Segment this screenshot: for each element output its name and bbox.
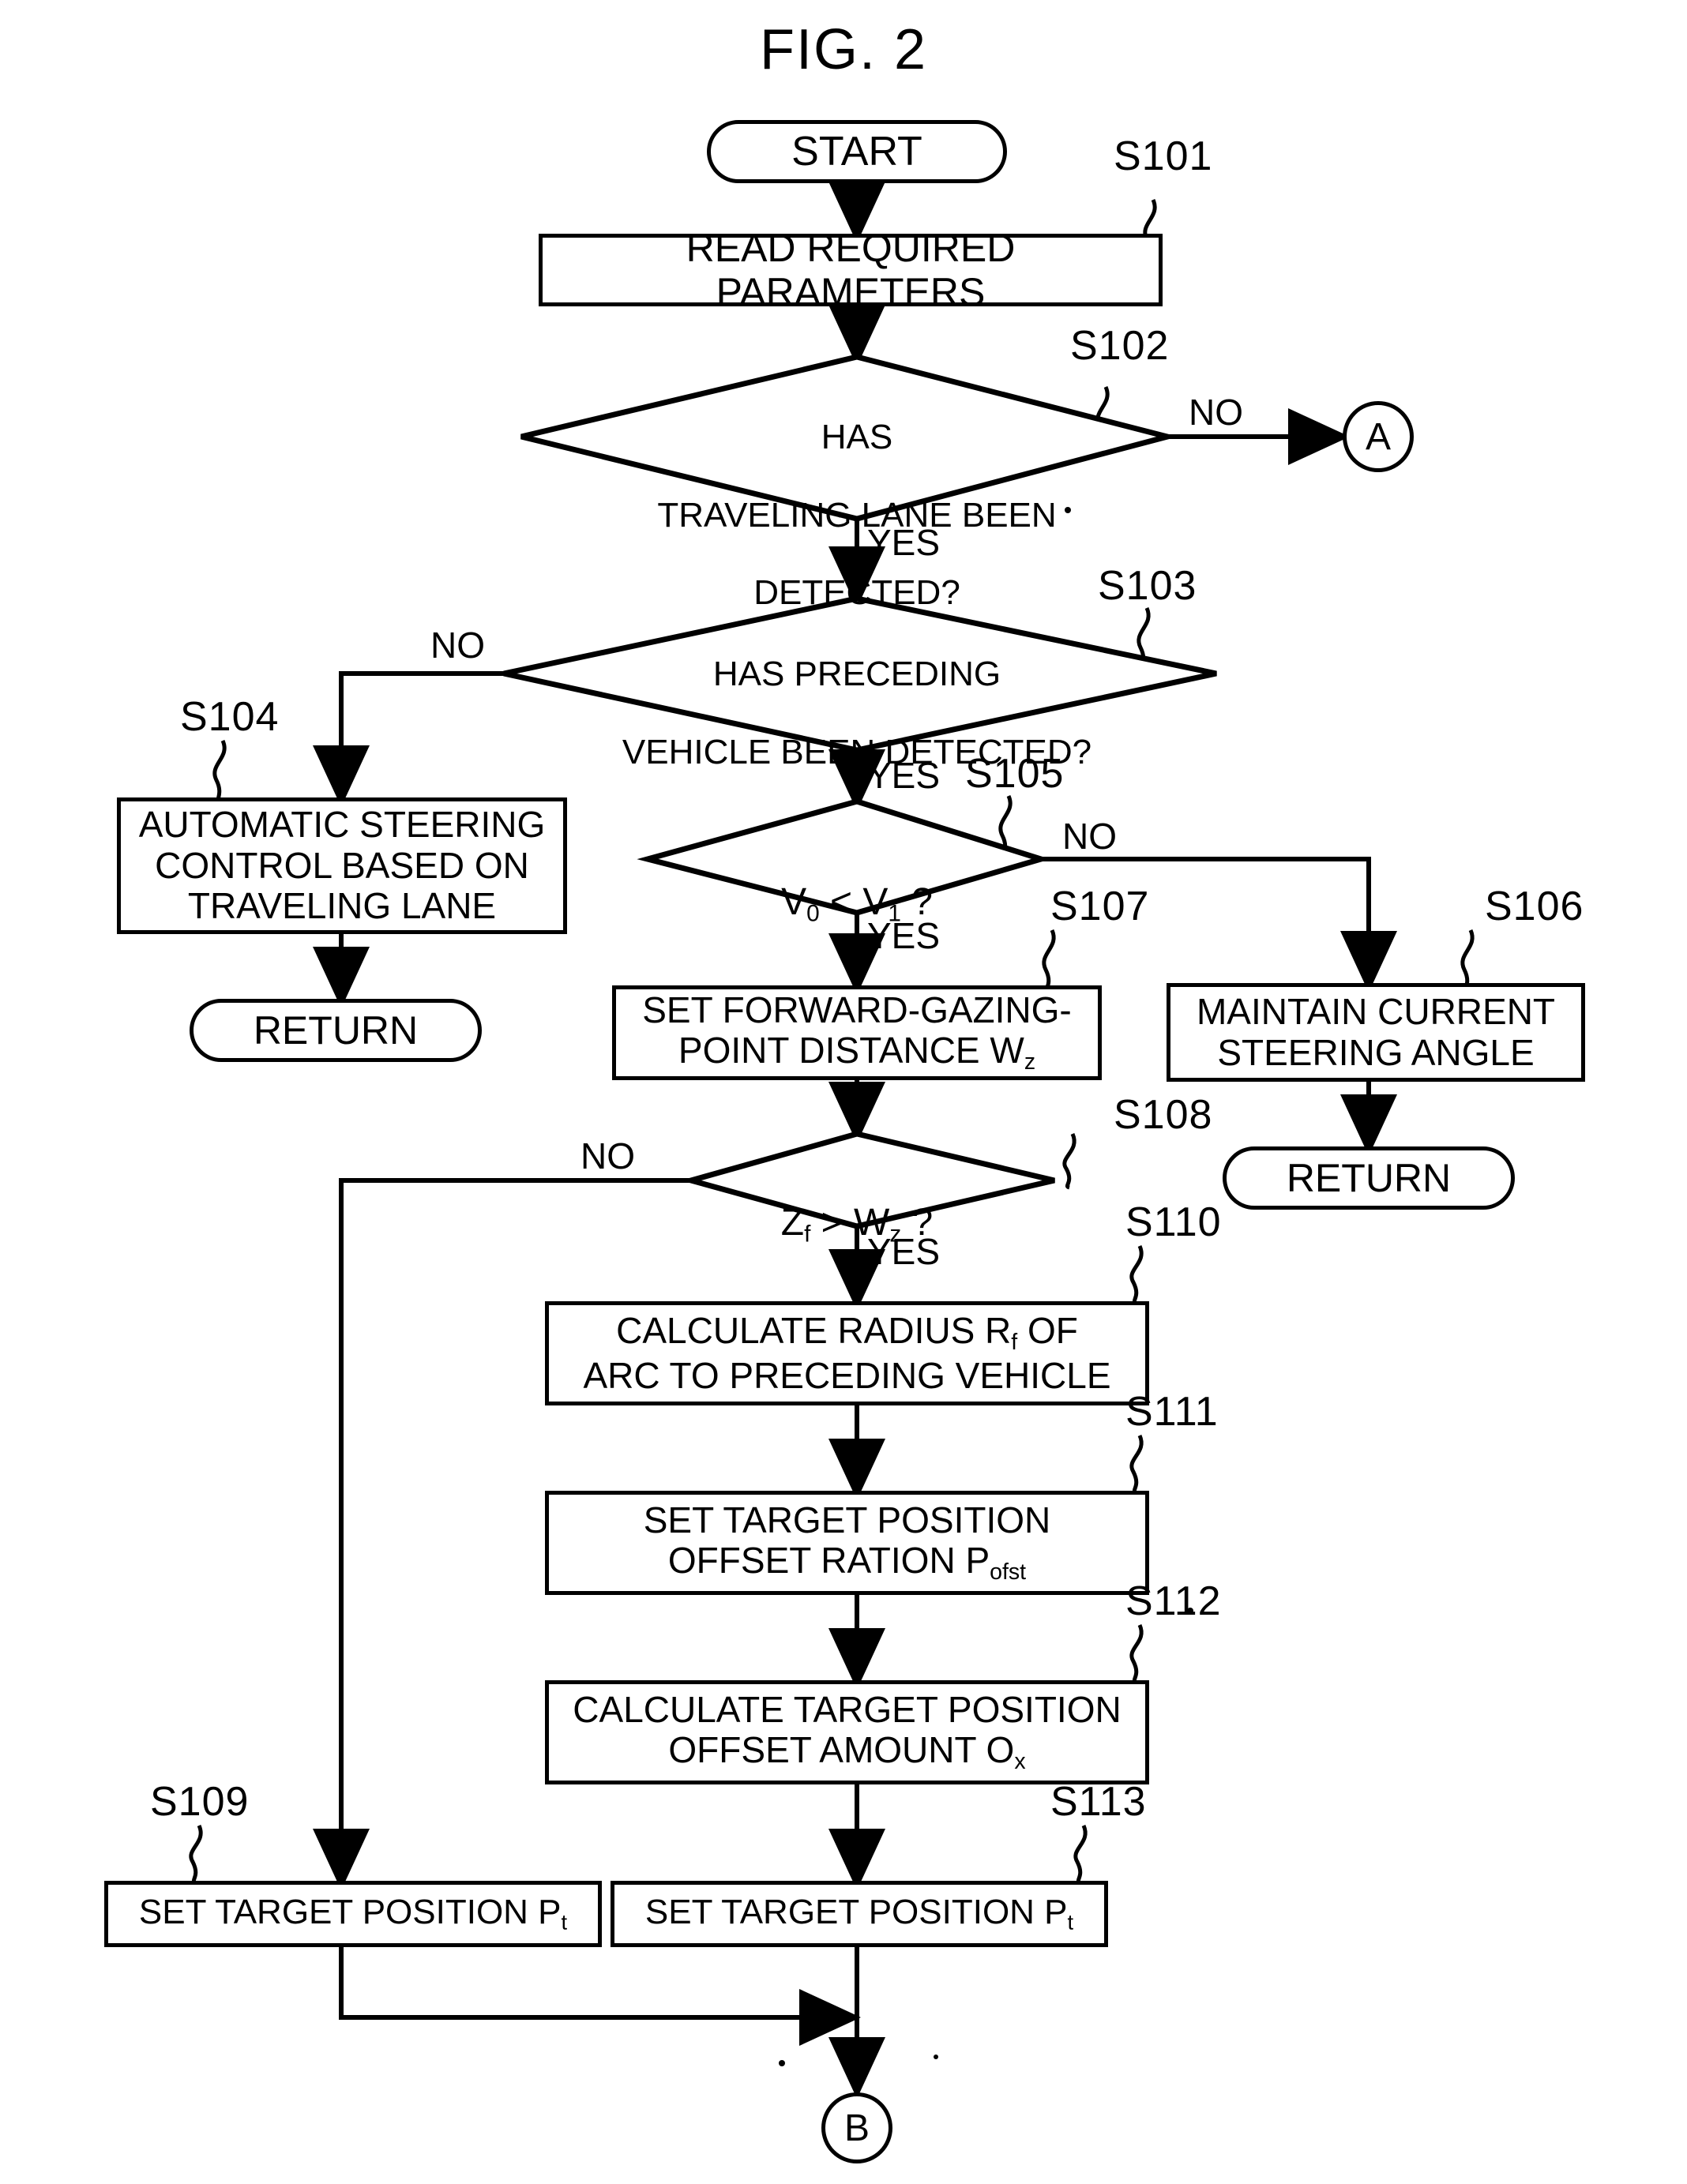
terminal-return-1[interactable]: RETURN [190, 999, 482, 1062]
decision-s102-shape [520, 354, 1178, 522]
process-s111-line2a: OFFSET RATION P [667, 1540, 990, 1582]
process-s104-line3: TRAVELING LANE [187, 885, 497, 927]
terminal-return-1-label: RETURN [253, 1008, 419, 1053]
leader-s111 [1129, 1434, 1144, 1495]
process-s107-line2-sub: z [1024, 1049, 1036, 1075]
branch-label-s102-yes: YES [867, 522, 941, 563]
patent-figure-sheet: FIG. 2 START S101 READ REQUIRED PARAMETE… [0, 0, 1687, 2184]
terminal-start-label: START [791, 129, 922, 174]
step-number-s104: S104 [180, 694, 280, 740]
process-s110-line1b: OF [1017, 1309, 1078, 1351]
process-s109-set-target-position[interactable]: SET TARGET POSITION Pt [104, 1881, 602, 1947]
process-s107-line2a: POINT DISTANCE W [678, 1030, 1024, 1071]
process-s106-maintain-current-steering-angle[interactable]: MAINTAIN CURRENT STEERING ANGLE [1167, 983, 1585, 1082]
step-number-s111: S111 [1125, 1389, 1219, 1435]
process-s101-read-required-parameters[interactable]: READ REQUIRED PARAMETERS [539, 226, 1163, 314]
connector-a-label: A [1365, 415, 1391, 458]
branch-label-s105-no: NO [1062, 816, 1117, 857]
process-s107-set-forward-gazing-point-distance[interactable]: SET FORWARD-GAZING- POINT DISTANCE Wz [612, 985, 1102, 1080]
connector-b-label: B [844, 2107, 870, 2149]
process-s101-label: READ REQUIRED PARAMETERS [686, 226, 1016, 314]
connector-b[interactable]: B [821, 2092, 892, 2163]
process-s110-calculate-radius-of-arc[interactable]: CALCULATE RADIUS Rf OF ARC TO PRECEDING … [545, 1301, 1149, 1405]
decision-s105-shape [637, 798, 1051, 916]
terminal-return-2-label: RETURN [1286, 1156, 1452, 1200]
leader-s107 [1042, 929, 1056, 991]
step-number-s108: S108 [1114, 1092, 1213, 1138]
step-number-s110: S110 [1125, 1199, 1222, 1245]
decision-s108-shape [680, 1131, 1055, 1229]
process-s113-set-target-position[interactable]: SET TARGET POSITION Pt [611, 1881, 1108, 1947]
terminal-start[interactable]: START [707, 120, 1007, 183]
process-s110-line1-sub: f [1011, 1329, 1018, 1355]
process-s104-automatic-steering-control[interactable]: AUTOMATIC STEERING CONTROL BASED ON TRAV… [117, 797, 567, 934]
edge-s109-to-join [339, 1947, 861, 2046]
process-s110-line2: ARC TO PRECEDING VEHICLE [583, 1354, 1111, 1396]
leader-s108 [1062, 1132, 1076, 1190]
branch-label-s102-no: NO [1189, 392, 1243, 433]
leader-s106 [1460, 929, 1475, 991]
process-s106-line2: STEERING ANGLE [1217, 1031, 1535, 1073]
process-s109-label: SET TARGET POSITION P [138, 1893, 562, 1932]
flowchart-connectors [189, 182, 1475, 2099]
process-s111-set-target-position-offset-ratio[interactable]: SET TARGET POSITION OFFSET RATION Pofst [545, 1491, 1149, 1595]
process-s112-line2a: OFFSET AMOUNT O [668, 1729, 1015, 1771]
process-s106-line1: MAINTAIN CURRENT [1196, 990, 1556, 1032]
step-number-s112: S112 [1125, 1578, 1222, 1624]
process-s112-line2-sub: x [1014, 1749, 1026, 1775]
step-number-s109: S109 [150, 1779, 250, 1825]
branch-label-s108-yes: YES [867, 1231, 941, 1272]
process-s104-line2: CONTROL BASED ON [155, 844, 529, 886]
process-s104-line1: AUTOMATIC STEERING [138, 804, 546, 846]
process-s113-label: SET TARGET POSITION P [644, 1893, 1068, 1932]
step-number-s113: S113 [1050, 1779, 1147, 1825]
process-s112-calculate-target-position-offset-amount[interactable]: CALCULATE TARGET POSITION OFFSET AMOUNT … [545, 1680, 1149, 1784]
branch-label-s103-no: NO [430, 625, 485, 666]
process-s112-line1: CALCULATE TARGET POSITION [573, 1688, 1122, 1730]
step-number-s103: S103 [1098, 563, 1197, 609]
process-s111-line1: SET TARGET POSITION [643, 1499, 1051, 1540]
terminal-return-2[interactable]: RETURN [1223, 1146, 1515, 1210]
process-s113-label-sub: t [1067, 1910, 1074, 1935]
branch-label-s105-yes: YES [867, 915, 941, 956]
connector-a[interactable]: A [1343, 401, 1414, 472]
leader-s110 [1129, 1244, 1144, 1306]
process-s107-line1: SET FORWARD-GAZING- [642, 989, 1072, 1030]
process-s110-line1a: CALCULATE RADIUS R [616, 1309, 1012, 1351]
branch-label-s103-yes: YES [867, 755, 941, 796]
branch-label-s108-no: NO [580, 1135, 635, 1176]
step-number-s102: S102 [1070, 323, 1170, 369]
step-number-s101: S101 [1114, 133, 1213, 179]
step-number-s107: S107 [1050, 884, 1150, 929]
leader-s109 [189, 1824, 203, 1886]
step-number-s106: S106 [1485, 884, 1584, 929]
step-number-s105: S105 [965, 751, 1065, 797]
decision-s103-shape [503, 595, 1217, 753]
leader-s112 [1129, 1623, 1144, 1685]
process-s111-line2-sub: ofst [990, 1559, 1027, 1585]
leader-s113 [1073, 1824, 1088, 1886]
process-s109-label-sub: t [561, 1910, 568, 1935]
